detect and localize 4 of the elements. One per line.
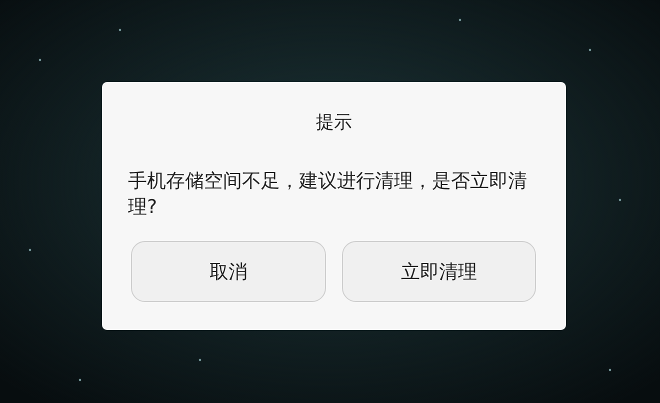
clean-now-button[interactable]: 立即清理 bbox=[342, 241, 536, 302]
dialog-message: 手机存储空间不足，建议进行清理，是否立即清理? bbox=[128, 169, 528, 220]
cancel-button[interactable]: 取消 bbox=[131, 241, 326, 302]
dialog-title: 提示 bbox=[316, 111, 352, 135]
